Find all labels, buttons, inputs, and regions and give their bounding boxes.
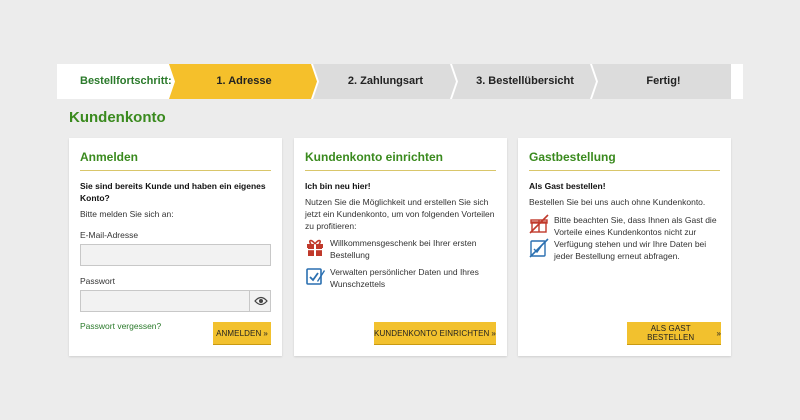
- guest-card: Gastbestellung Als Gast bestellen! Beste…: [518, 138, 731, 356]
- login-button-label: ANMELDEN: [216, 328, 262, 338]
- guest-icons: [529, 214, 549, 258]
- register-card: Kundenkonto einrichten Ich bin neu hier!…: [294, 138, 507, 356]
- divider: [80, 170, 271, 171]
- guest-notice: Bitte beachten Sie, dass Ihnen als Gast …: [554, 215, 717, 261]
- progress-label: Bestellfortschritt:: [80, 75, 172, 87]
- edit-checklist-icon: [306, 268, 325, 285]
- step-address[interactable]: 1. Adresse: [173, 64, 315, 99]
- login-subtext: Bitte melden Sie sich an:: [80, 209, 174, 219]
- gift-icon: [307, 239, 323, 256]
- page-title: Kundenkonto: [69, 109, 166, 126]
- guest-title: Gastbestellung: [529, 150, 616, 164]
- benefit-row: Willkommensgeschenk bei Ihrer ersten Bes…: [305, 237, 496, 261]
- divider: [529, 170, 720, 171]
- login-button[interactable]: ANMELDEN »: [213, 322, 271, 344]
- step-overview: 3. Bestellübersicht: [476, 75, 574, 87]
- order-progress-bar: Bestellfortschritt: 1. Adresse 2. Zahlun…: [57, 64, 743, 99]
- guest-order-button-label: ALS GAST BESTELLEN: [647, 324, 695, 342]
- email-field[interactable]: [80, 244, 271, 266]
- password-label: Passwort: [80, 276, 115, 286]
- chevron-double-right-icon: »: [491, 328, 496, 338]
- guest-order-button[interactable]: ALS GAST BESTELLEN »: [627, 322, 721, 344]
- no-edit-icon: [529, 238, 549, 258]
- no-gift-icon: [529, 214, 549, 234]
- login-heading: Sie sind bereits Kunde und haben ein eig…: [80, 181, 266, 203]
- create-account-button-label: KUNDENKONTO EINRICHTEN: [374, 328, 490, 338]
- create-account-button[interactable]: KUNDENKONTO EINRICHTEN »: [374, 322, 496, 344]
- chevron-double-right-icon: »: [716, 328, 721, 338]
- guest-text: Bestellen Sie bei uns auch ohne Kundenko…: [529, 197, 706, 207]
- forgot-password-link[interactable]: Passwort vergessen?: [80, 321, 161, 331]
- guest-notice-row: Bitte beachten Sie, dass Ihnen als Gast …: [529, 214, 720, 262]
- eye-icon[interactable]: [249, 290, 271, 312]
- divider: [305, 170, 496, 171]
- login-card: Anmelden Sie sind bereits Kunde und habe…: [69, 138, 282, 356]
- register-heading: Ich bin neu hier!: [305, 181, 371, 191]
- password-wrapper: [80, 290, 271, 312]
- register-title: Kundenkonto einrichten: [305, 150, 443, 164]
- email-label: E-Mail-Adresse: [80, 230, 139, 240]
- guest-heading: Als Gast bestellen!: [529, 181, 606, 191]
- benefit-text: Willkommensgeschenk bei Ihrer ersten Bes…: [330, 238, 477, 260]
- step-payment: 2. Zahlungsart: [347, 75, 424, 87]
- password-field[interactable]: [80, 290, 271, 312]
- benefit-text: Verwalten persönlicher Daten und Ihres W…: [330, 267, 479, 289]
- login-title: Anmelden: [80, 150, 139, 164]
- benefit-row: Verwalten persönlicher Daten und Ihres W…: [305, 266, 496, 290]
- register-text: Nutzen Sie die Möglichkeit und erstellen…: [305, 197, 495, 231]
- chevron-double-right-icon: »: [263, 328, 268, 338]
- step-done: Fertig!: [646, 75, 681, 87]
